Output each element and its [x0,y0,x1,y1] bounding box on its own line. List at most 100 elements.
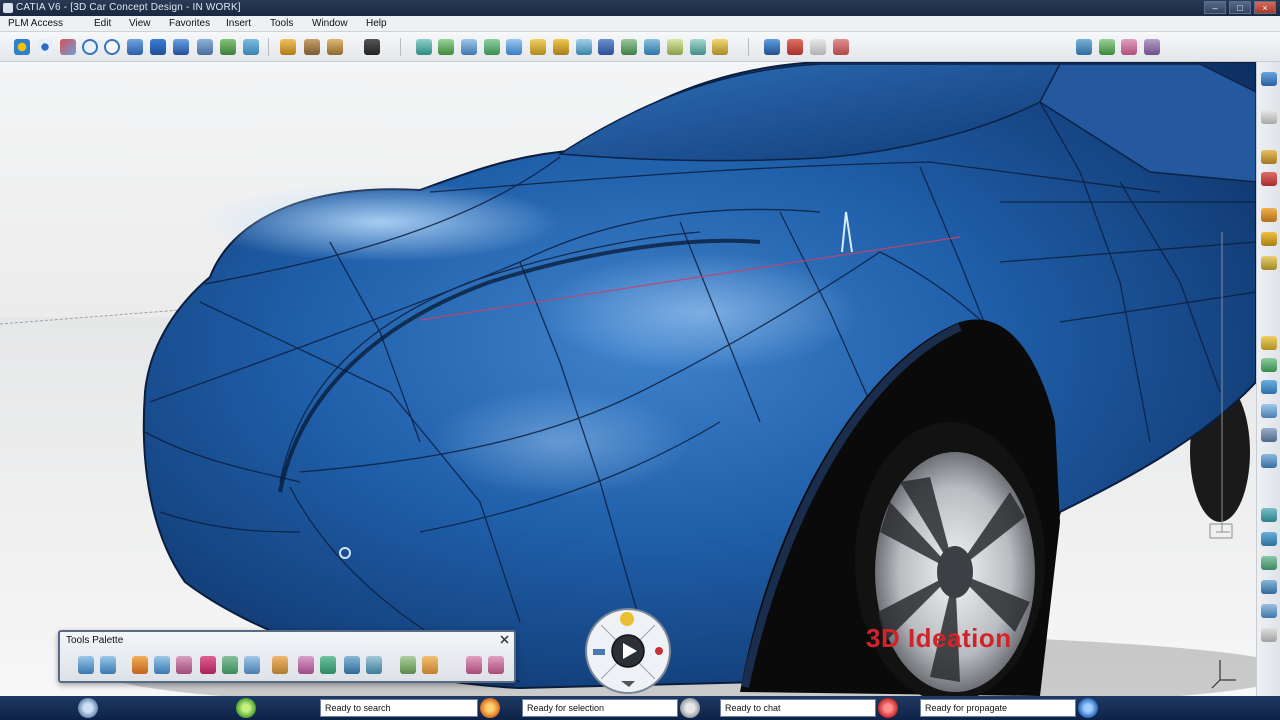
menu-plm-access[interactable]: PLM Access [8,18,63,29]
transform-icon[interactable] [100,656,116,674]
chamfer-icon[interactable] [1261,580,1277,594]
capture-icon[interactable] [243,39,259,55]
fillet-icon[interactable] [1261,556,1277,570]
normal-view-icon[interactable] [127,39,143,55]
pan-icon[interactable] [37,39,53,55]
robot-play-widget[interactable] [583,607,673,695]
constraint-icon[interactable] [690,39,706,55]
face-icon[interactable] [200,656,216,674]
curve-tool-icon[interactable] [344,656,360,674]
subdivide-icon[interactable] [222,656,238,674]
point-icon[interactable] [1261,172,1277,186]
fill-icon[interactable] [416,39,432,55]
snap-icon[interactable] [366,656,382,674]
menu-window[interactable]: Window [312,18,348,29]
menu-insert[interactable]: Insert [226,18,251,29]
symmetry-icon[interactable] [320,656,336,674]
settings-icon[interactable] [1144,39,1160,55]
main-toolbar [0,32,1280,62]
arc-icon[interactable] [1261,232,1277,246]
brush-icon[interactable] [132,656,148,674]
loft-icon[interactable] [1261,508,1277,522]
redo-icon[interactable] [1099,39,1115,55]
publish-icon[interactable] [833,39,849,55]
vertex-icon[interactable] [154,656,170,674]
edge-icon[interactable] [176,656,192,674]
menu-help[interactable]: Help [366,18,387,29]
options-icon[interactable] [667,39,683,55]
pattern-icon[interactable] [1261,604,1277,618]
close-window-button[interactable]: × [1254,1,1276,14]
project-icon[interactable] [1261,336,1277,350]
zoom-out-icon[interactable] [104,39,120,55]
view-mode-icon[interactable] [150,39,166,55]
maximize-button[interactable]: □ [1229,1,1251,14]
mesh-icon[interactable] [1261,454,1277,468]
curve-icon[interactable] [304,39,320,55]
zoom-in-icon[interactable] [82,39,98,55]
menu-edit[interactable]: Edit [94,18,111,29]
search-status-field[interactable]: Ready to search [320,699,478,717]
undo-icon[interactable] [1076,39,1092,55]
hand-icon[interactable] [272,656,288,674]
car-model-render[interactable] [0,62,1256,696]
select-icon[interactable] [1261,72,1277,86]
trim-icon[interactable] [530,39,546,55]
mirror-icon[interactable] [1261,628,1277,642]
render-icon[interactable] [621,39,637,55]
grid-icon[interactable] [298,656,314,674]
menu-view[interactable]: View [129,18,151,29]
swap-visible-icon[interactable] [220,39,236,55]
revolve-icon[interactable] [1261,532,1277,546]
menu-bar: PLM Access Edit View Favorites Insert To… [0,16,1280,32]
sweep-icon[interactable] [438,39,454,55]
detach-icon[interactable] [488,656,504,674]
sketch-plane-icon[interactable] [1261,150,1277,164]
intersect-icon[interactable] [1261,358,1277,372]
menu-tools[interactable]: Tools [270,18,293,29]
properties-icon[interactable] [810,39,826,55]
collaboration-icon[interactable] [236,698,256,718]
plane-icon[interactable] [1261,404,1277,418]
propagate-status-icon[interactable] [1078,698,1098,718]
material-icon[interactable] [598,39,614,55]
magnify-icon[interactable] [244,656,260,674]
cursor-icon[interactable] [1261,110,1277,124]
surface-icon[interactable] [327,39,343,55]
flag-icon[interactable] [787,39,803,55]
lock-icon[interactable] [764,39,780,55]
wand-icon[interactable] [400,656,416,674]
3d-viewport[interactable] [0,62,1256,696]
selection-status-icon[interactable] [680,698,700,718]
search-status-icon[interactable] [480,698,500,718]
chat-status-icon[interactable] [878,698,898,718]
pencil-icon[interactable] [422,656,438,674]
compass-status-icon[interactable] [78,698,98,718]
axis-icon[interactable] [78,656,94,674]
hide-show-icon[interactable] [197,39,213,55]
minimize-button[interactable]: – [1204,1,1226,14]
update-icon[interactable] [1121,39,1137,55]
rotate-icon[interactable] [60,39,76,55]
propagate-status-field[interactable]: Ready for propagate [920,699,1076,717]
sketch-icon[interactable] [280,39,296,55]
selection-status-field[interactable]: Ready for selection [522,699,678,717]
close-icon[interactable] [499,634,510,645]
compass-icon[interactable] [644,39,660,55]
chat-status-field[interactable]: Ready to chat [720,699,876,717]
shape-icon[interactable] [1261,428,1277,442]
attach-icon[interactable] [466,656,482,674]
analysis-icon[interactable] [576,39,592,55]
menu-favorites[interactable]: Favorites [169,18,210,29]
multi-view-icon[interactable] [173,39,189,55]
spline-icon[interactable] [1261,256,1277,270]
offset-icon[interactable] [484,39,500,55]
sphere-icon[interactable] [1261,380,1277,394]
blend-icon[interactable] [364,39,380,55]
fit-all-icon[interactable] [14,39,30,55]
split-icon[interactable] [506,39,522,55]
join-icon[interactable] [553,39,569,55]
measure-icon[interactable] [712,39,728,55]
extrude-icon[interactable] [461,39,477,55]
line-icon[interactable] [1261,208,1277,222]
